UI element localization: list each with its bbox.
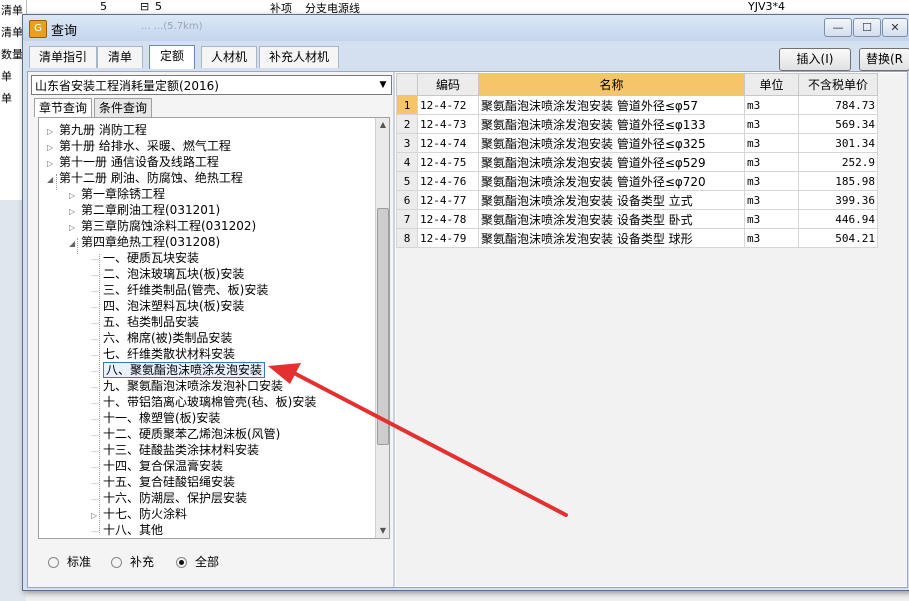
annotation-arrow	[268, 363, 568, 517]
arrow-shaft	[290, 370, 568, 517]
